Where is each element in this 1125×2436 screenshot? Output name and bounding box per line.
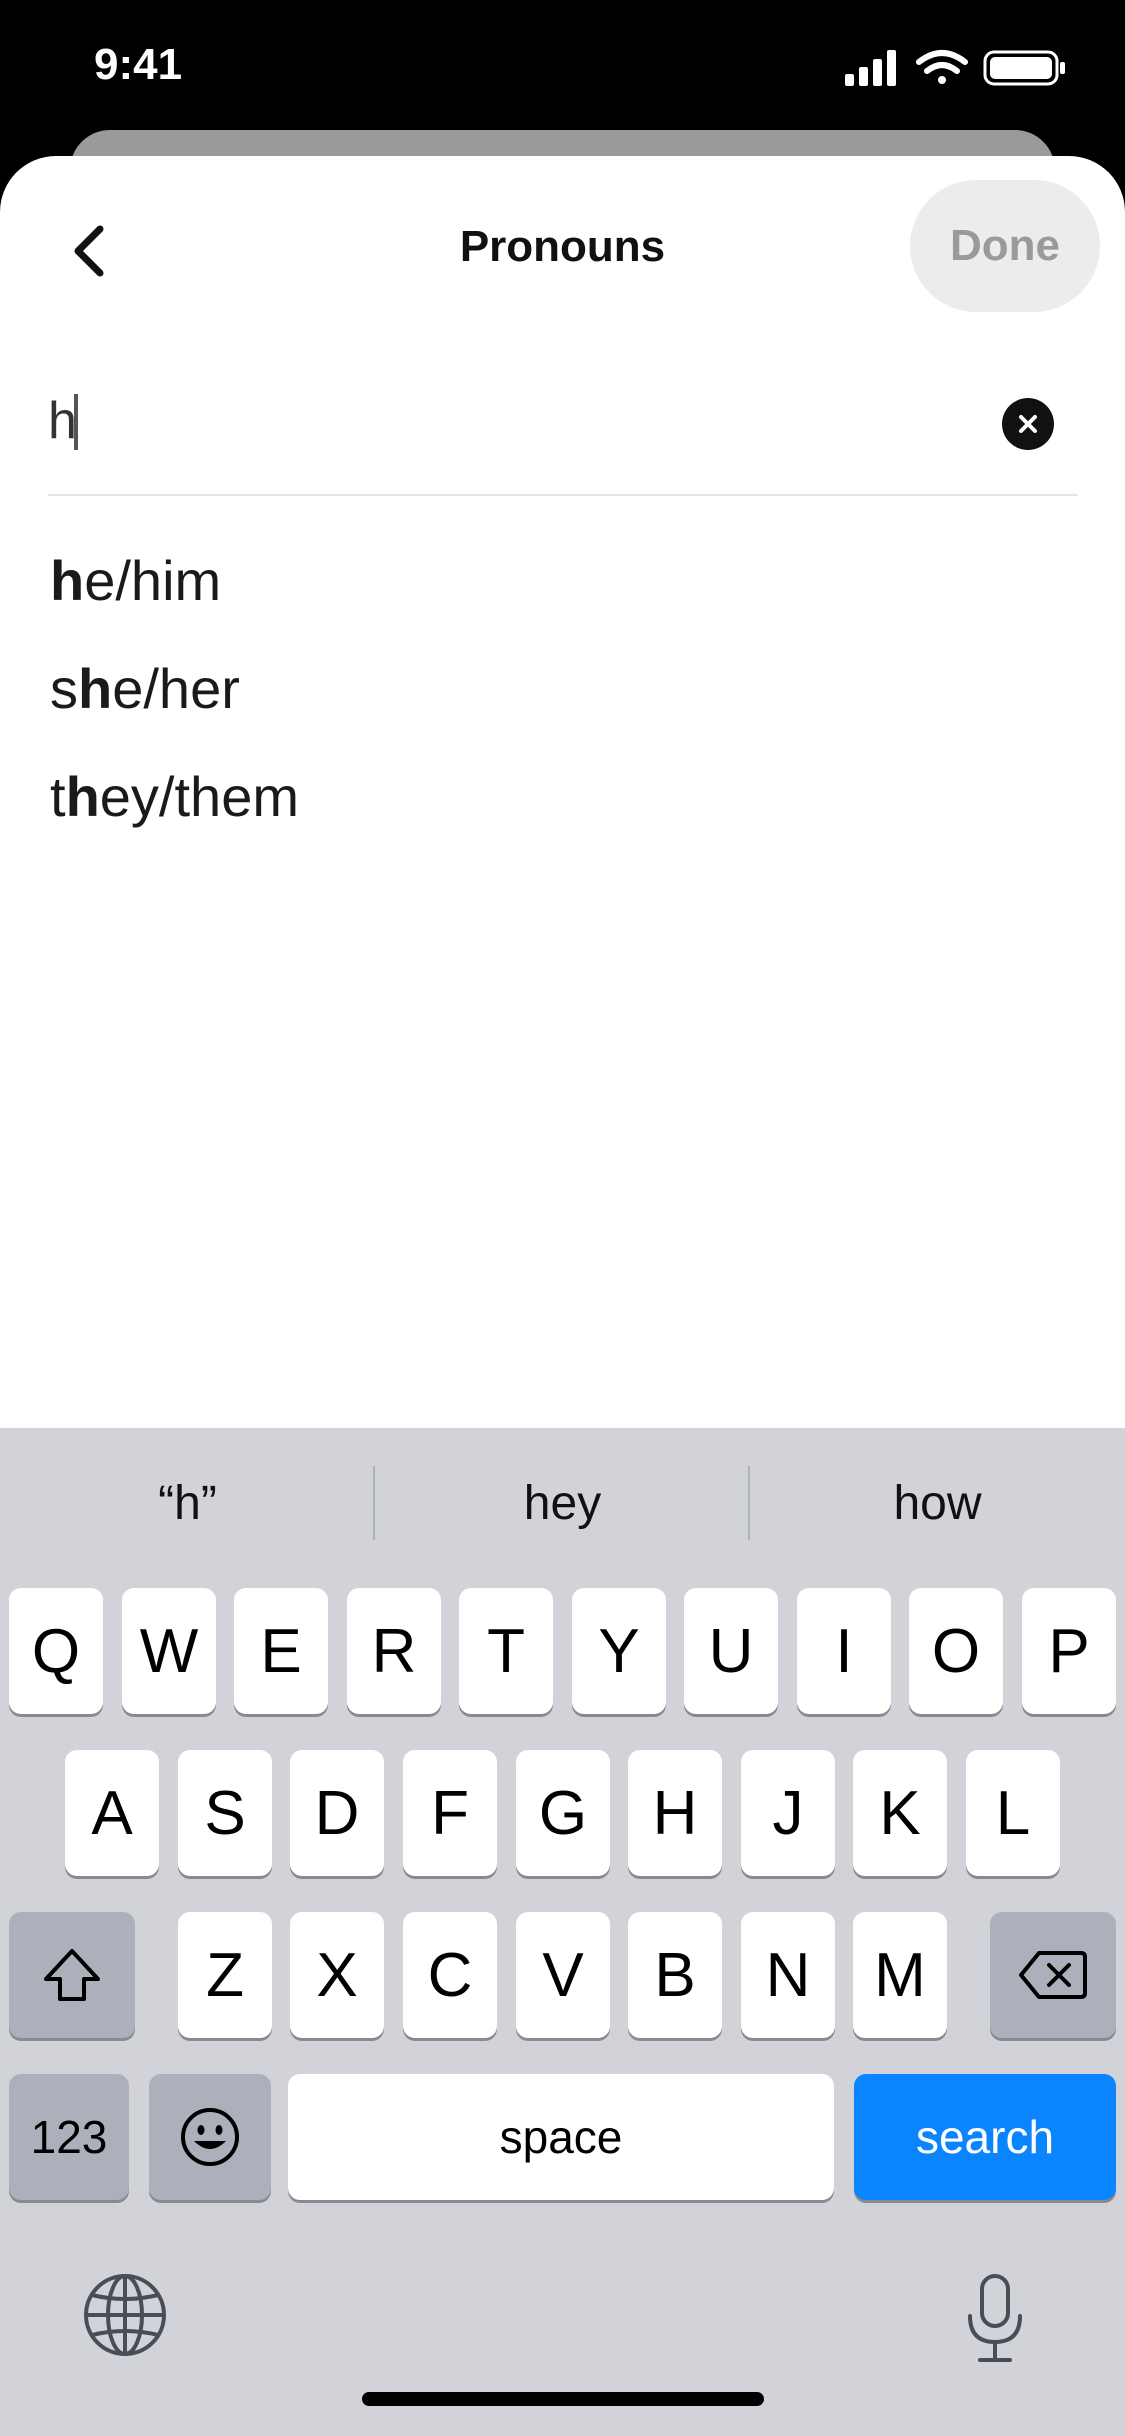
search-input[interactable] — [48, 386, 948, 456]
emoji-icon — [181, 2108, 239, 2166]
microphone-icon — [968, 2274, 1022, 2362]
microphone-button[interactable] — [960, 2270, 1030, 2370]
key-y[interactable]: Y — [572, 1588, 666, 1714]
key-q[interactable]: Q — [9, 1588, 103, 1714]
key-u[interactable]: U — [684, 1588, 778, 1714]
prediction-3[interactable]: how — [750, 1428, 1125, 1578]
key-x[interactable]: X — [290, 1912, 384, 2038]
space-key[interactable]: space — [288, 2074, 834, 2200]
key-z[interactable]: Z — [178, 1912, 272, 2038]
suggestion-match: h — [65, 764, 100, 828]
suggestion-match: h — [50, 548, 85, 612]
key-i[interactable]: I — [797, 1588, 891, 1714]
done-button[interactable]: Done — [910, 180, 1100, 312]
shift-key[interactable] — [9, 1912, 135, 2038]
suggestion-rest: e/her — [112, 656, 240, 720]
suggestion-list: h e/him s h e/her t h ey/them — [50, 526, 1050, 850]
search-row — [48, 356, 1078, 496]
globe-button[interactable] — [80, 2270, 170, 2365]
nav-bar: Pronouns Done — [0, 156, 1125, 336]
key-n[interactable]: N — [741, 1912, 835, 2038]
key-m[interactable]: M — [853, 1912, 947, 2038]
suggestion-they-them[interactable]: t h ey/them — [50, 742, 1050, 850]
signal-icon — [845, 50, 896, 86]
keyboard: “h” hey how Q W E R T Y U I O P A S D F … — [0, 1428, 1125, 2436]
prediction-1[interactable]: “h” — [0, 1428, 375, 1578]
key-w[interactable]: W — [122, 1588, 216, 1714]
suggestion-he-him[interactable]: h e/him — [50, 526, 1050, 634]
key-b[interactable]: B — [628, 1912, 722, 2038]
key-a[interactable]: A — [65, 1750, 159, 1876]
status-icons — [845, 48, 1075, 88]
globe-icon — [84, 2274, 166, 2356]
numbers-key[interactable]: 123 — [9, 2074, 129, 2200]
text-caret — [74, 394, 78, 450]
clear-button[interactable] — [1002, 398, 1054, 450]
key-k[interactable]: K — [853, 1750, 947, 1876]
key-e[interactable]: E — [234, 1588, 328, 1714]
prediction-bar: “h” hey how — [0, 1428, 1125, 1578]
status-time: 9:41 — [94, 40, 183, 89]
key-g[interactable]: G — [516, 1750, 610, 1876]
key-j[interactable]: J — [741, 1750, 835, 1876]
delete-icon — [1019, 1951, 1087, 1999]
prediction-2[interactable]: hey — [375, 1428, 750, 1578]
key-p[interactable]: P — [1022, 1588, 1116, 1714]
status-bar: 9:41 — [0, 0, 1125, 130]
suggestion-prefix: t — [50, 764, 66, 828]
clear-icon — [1019, 415, 1037, 433]
suggestion-rest: e/him — [84, 548, 222, 612]
battery-icon — [983, 50, 1065, 86]
key-s[interactable]: S — [178, 1750, 272, 1876]
key-d[interactable]: D — [290, 1750, 384, 1876]
key-c[interactable]: C — [403, 1912, 497, 2038]
delete-key[interactable] — [990, 1912, 1116, 2038]
key-r[interactable]: R — [347, 1588, 441, 1714]
search-key[interactable]: search — [854, 2074, 1116, 2200]
suggestion-match: h — [78, 656, 113, 720]
key-v[interactable]: V — [516, 1912, 610, 2038]
shift-icon — [44, 1949, 100, 2001]
key-f[interactable]: F — [403, 1750, 497, 1876]
suggestion-rest: ey/them — [99, 764, 299, 828]
key-o[interactable]: O — [909, 1588, 1003, 1714]
suggestion-she-her[interactable]: s h e/her — [50, 634, 1050, 742]
home-indicator — [362, 2392, 764, 2406]
wifi-icon — [916, 50, 968, 84]
key-l[interactable]: L — [966, 1750, 1060, 1876]
suggestion-prefix: s — [50, 656, 78, 720]
key-t[interactable]: T — [459, 1588, 553, 1714]
key-h[interactable]: H — [628, 1750, 722, 1876]
emoji-key[interactable] — [149, 2074, 271, 2200]
